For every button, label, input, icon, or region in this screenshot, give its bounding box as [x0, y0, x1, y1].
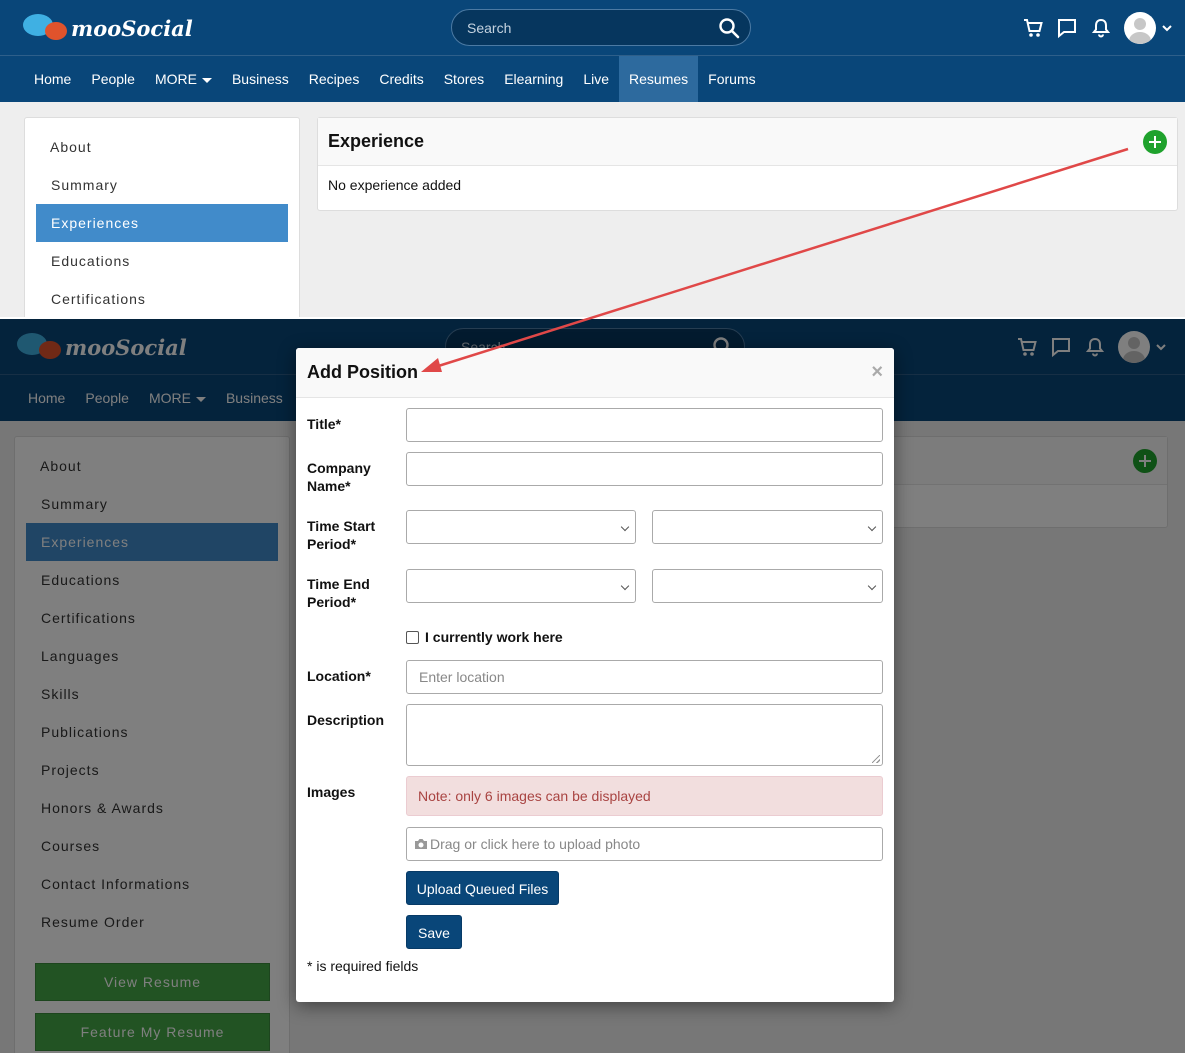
- annotation-arrow: [421, 147, 1129, 372]
